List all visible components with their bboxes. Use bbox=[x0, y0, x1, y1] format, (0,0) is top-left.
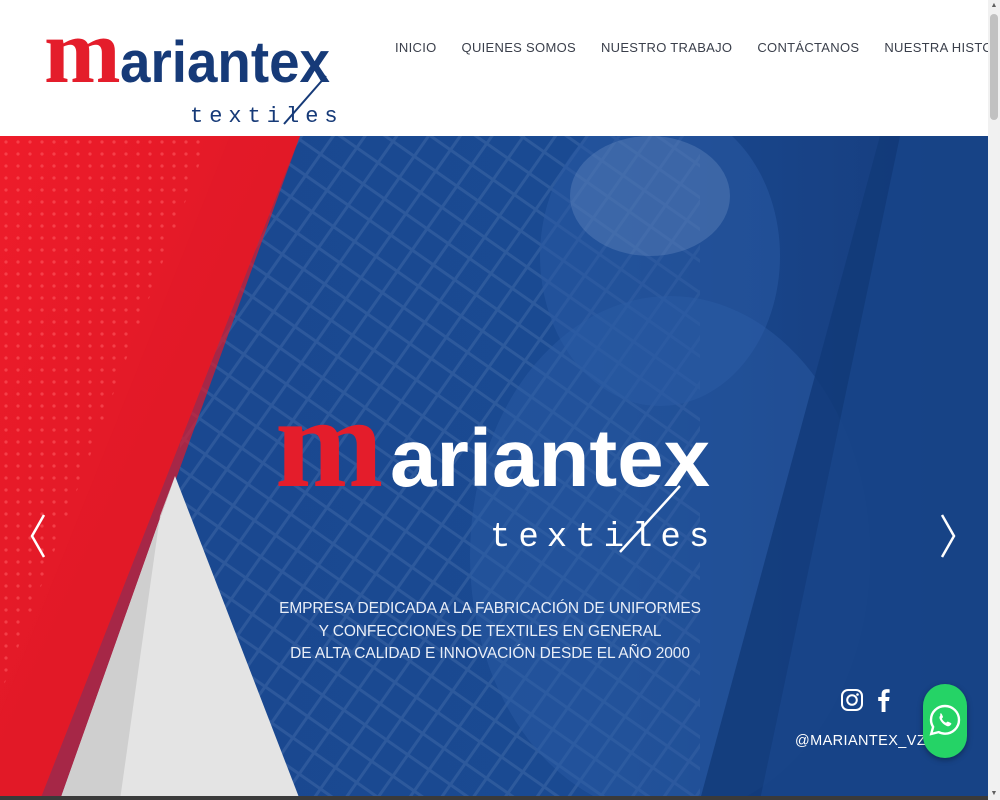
brand-logo[interactable]: m ariantex textiles bbox=[44, 2, 344, 130]
slider-prev-button[interactable] bbox=[24, 511, 54, 561]
instagram-icon bbox=[841, 689, 863, 711]
hero-logo: m ariantex textiles bbox=[270, 366, 730, 566]
chevron-right-icon bbox=[940, 514, 956, 558]
instagram-link[interactable] bbox=[838, 686, 866, 714]
slider-next-button[interactable] bbox=[932, 511, 962, 561]
main-nav: INICIO QUIENES SOMOS NUESTRO TRABAJO CON… bbox=[395, 40, 1000, 55]
svg-text:m: m bbox=[44, 2, 120, 102]
svg-text:textiles: textiles bbox=[490, 519, 717, 557]
facebook-link[interactable] bbox=[870, 686, 898, 714]
whatsapp-button[interactable] bbox=[923, 684, 967, 758]
svg-text:ariantex: ariantex bbox=[120, 30, 330, 95]
scrollbar-thumb[interactable] bbox=[990, 14, 998, 120]
nav-item-nuestro-trabajo[interactable]: NUESTRO TRABAJO bbox=[601, 40, 732, 55]
tagline-line-1: EMPRESA DEDICADA A LA FABRICACIÓN DE UNI… bbox=[279, 600, 701, 617]
tagline-line-3: DE ALTA CALIDAD E INNOVACIÓN DESDE EL AÑ… bbox=[290, 645, 690, 662]
whatsapp-icon bbox=[929, 704, 961, 736]
facebook-icon bbox=[878, 689, 890, 712]
scroll-down-arrow[interactable]: ▼ bbox=[988, 788, 1000, 800]
nav-item-inicio[interactable]: INICIO bbox=[395, 40, 437, 55]
site-header: m ariantex textiles INICIO QUIENES SOMOS… bbox=[0, 0, 1000, 136]
tagline-line-2: Y CONFECCIONES DE TEXTILES EN GENERAL bbox=[318, 622, 662, 640]
bottom-strip bbox=[0, 796, 988, 800]
svg-text:m: m bbox=[275, 371, 382, 515]
chevron-left-icon bbox=[30, 514, 46, 558]
hero-slider: m ariantex textiles EMPRESA DEDICADA A L… bbox=[0, 136, 988, 800]
svg-text:textiles: textiles bbox=[190, 104, 344, 129]
hero-tagline: EMPRESA DEDICADA A LA FABRICACIÓN DE UNI… bbox=[250, 598, 730, 666]
nav-item-contactanos[interactable]: CONTÁCTANOS bbox=[757, 40, 859, 55]
vertical-scrollbar[interactable]: ▲ ▼ bbox=[988, 0, 1000, 800]
nav-item-nuestra-historia[interactable]: NUESTRA HISTORIA bbox=[884, 40, 1000, 55]
scroll-up-arrow[interactable]: ▲ bbox=[988, 0, 1000, 12]
svg-text:ariantex: ariantex bbox=[390, 413, 710, 504]
nav-item-quienes-somos[interactable]: QUIENES SOMOS bbox=[462, 40, 576, 55]
